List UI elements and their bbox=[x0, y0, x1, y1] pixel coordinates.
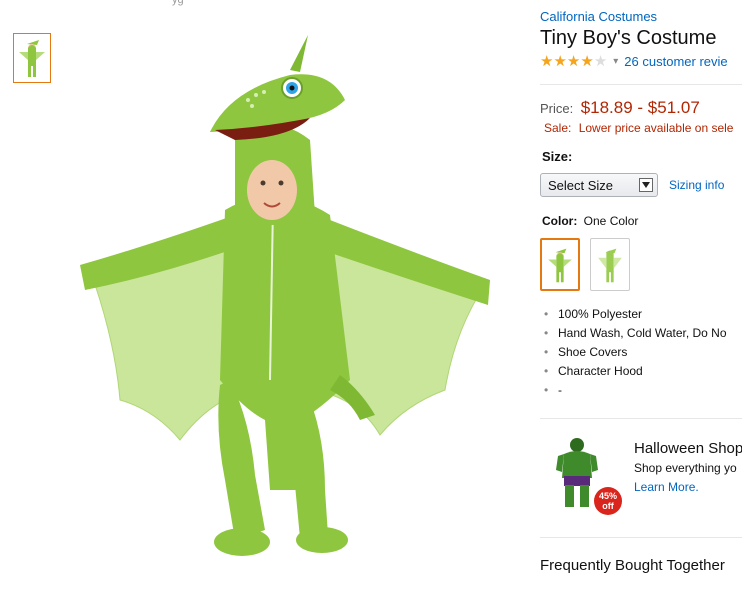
star-rating[interactable]: ★ ★ ★ ★ ★ bbox=[540, 54, 607, 69]
divider bbox=[540, 84, 742, 85]
main-product-image[interactable] bbox=[60, 20, 530, 587]
learn-more-link[interactable]: Learn More. bbox=[634, 480, 699, 494]
rating-row: ★ ★ ★ ★ ★ ▾ 26 customer revie bbox=[540, 54, 728, 69]
discount-badge: 45% off bbox=[594, 487, 622, 515]
star-full-icon: ★ bbox=[553, 53, 567, 70]
color-value: One Color bbox=[583, 214, 639, 228]
chevron-down-icon[interactable]: ▾ bbox=[613, 56, 618, 67]
promo-subtitle: Shop everything yo bbox=[634, 461, 737, 475]
product-details-panel: California Costumes Tiny Boy's Costume ★… bbox=[540, 0, 742, 587]
list-item: • 100% Polyester bbox=[544, 307, 643, 321]
product-title: Tiny Boy's Costume bbox=[540, 27, 717, 49]
frequently-bought-heading: Frequently Bought Together bbox=[540, 557, 725, 574]
sizing-info-link[interactable]: Sizing info bbox=[669, 178, 724, 192]
customer-reviews-link[interactable]: 26 customer revie bbox=[624, 54, 727, 69]
size-label: Size: bbox=[542, 149, 573, 164]
thumbnail-image-selected[interactable] bbox=[13, 33, 51, 83]
brand-link[interactable]: California Costumes bbox=[540, 9, 657, 24]
star-full-icon: ★ bbox=[566, 53, 581, 70]
color-swatch-alt[interactable] bbox=[590, 238, 630, 291]
costume-thumbnail-icon bbox=[19, 40, 45, 77]
size-select-value: Select Size bbox=[548, 178, 614, 193]
divider bbox=[540, 537, 742, 538]
list-item: • Hand Wash, Cold Water, Do No bbox=[544, 326, 727, 340]
costume-swatch-icon bbox=[548, 248, 572, 282]
list-item: • Shoe Covers bbox=[544, 345, 628, 359]
divider bbox=[540, 418, 742, 419]
color-label: Color: bbox=[542, 214, 578, 228]
star-full-icon: ★ bbox=[540, 53, 554, 70]
price-row: Price: $18.89 - $51.07 bbox=[540, 98, 700, 118]
star-empty-icon: ★ bbox=[593, 53, 608, 70]
sale-row: Sale: Lower price available on sele bbox=[544, 121, 733, 135]
sale-text: Lower price available on sele bbox=[578, 121, 734, 135]
dropdown-arrow-icon bbox=[639, 178, 653, 192]
color-swatch-selected[interactable] bbox=[540, 238, 580, 291]
sale-label: Sale: bbox=[544, 121, 572, 135]
dinosaur-costume-illustration bbox=[80, 35, 490, 556]
costume-back-swatch-icon bbox=[598, 248, 622, 282]
thumbnail-strip bbox=[13, 33, 51, 83]
size-select[interactable]: Select Size bbox=[540, 173, 658, 197]
color-row: Color: One Color bbox=[542, 214, 638, 228]
price-label: Price: bbox=[540, 101, 574, 116]
list-item: • - bbox=[544, 383, 562, 397]
promo-title[interactable]: Halloween Shop bbox=[634, 440, 742, 457]
price-value: $18.89 - $51.07 bbox=[580, 98, 700, 117]
list-item: • Character Hood bbox=[544, 364, 643, 378]
star-full-icon: ★ bbox=[580, 53, 594, 70]
feature-list: • 100% Polyester • Hand Wash, Cold Water, … bbox=[544, 306, 727, 401]
halloween-promo[interactable]: 45% off Halloween Shop Shop everything y… bbox=[540, 430, 742, 520]
top-text-fragment: yg bbox=[172, 0, 184, 6]
